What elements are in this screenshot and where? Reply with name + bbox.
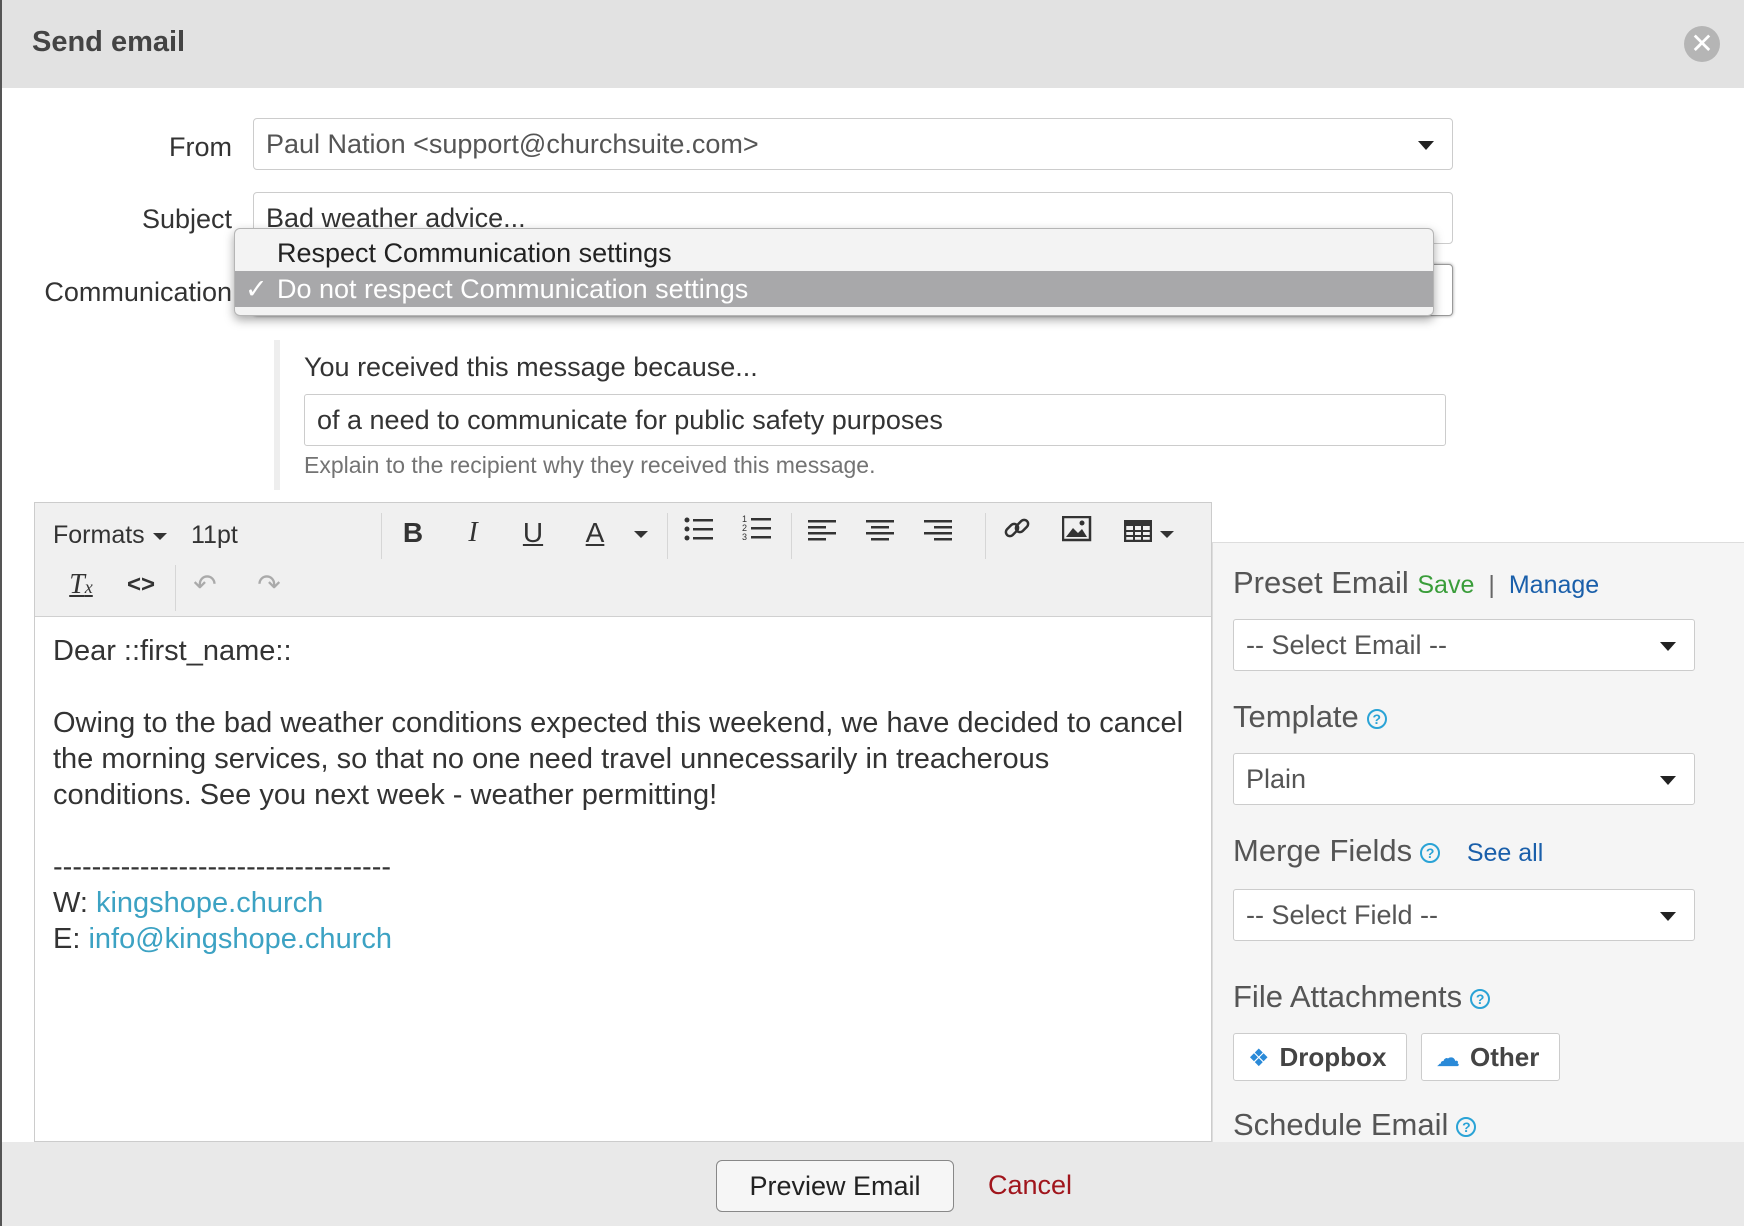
from-label: From <box>169 132 232 162</box>
from-select[interactable]: Paul Nation <support@churchsuite.com> <box>253 118 1453 170</box>
toolbar-divider <box>791 513 792 559</box>
rich-text-editor: Formats 11pt B I U A 123 Tx <> ↶ ↷ Dear … <box>34 502 1212 1142</box>
manage-preset-link[interactable]: Manage <box>1509 571 1599 599</box>
web-link[interactable]: kingshope.church <box>96 887 323 919</box>
link-icon[interactable] <box>997 513 1037 553</box>
web-line: W: kingshope.church <box>53 885 1193 921</box>
table-icon[interactable] <box>1119 513 1179 553</box>
reason-help-text: Explain to the recipient why they receiv… <box>304 452 876 478</box>
dropdown-option-do-not-respect[interactable]: ✓ Do not respect Communication settings <box>235 271 1433 307</box>
reason-block: You received this message because... of … <box>274 340 1454 490</box>
chevron-down-icon <box>152 532 167 540</box>
cancel-link[interactable]: Cancel <box>988 1170 1072 1201</box>
subject-label: Subject <box>141 204 232 234</box>
modal-title: Send email <box>32 26 186 58</box>
preset-email-title: Preset Email <box>1233 565 1409 600</box>
font-color-button[interactable]: A <box>575 513 615 553</box>
chevron-down-icon <box>1660 642 1676 651</box>
editor-toolbar: Formats 11pt B I U A 123 Tx <> ↶ ↷ <box>35 503 1211 617</box>
chevron-down-icon <box>1660 912 1676 921</box>
communication-label: Communication <box>44 277 232 307</box>
merge-field-placeholder: -- Select Field -- <box>1246 900 1439 930</box>
help-icon[interactable]: ? <box>1366 708 1387 729</box>
formats-label: Formats <box>53 521 145 549</box>
chevron-down-icon <box>634 531 648 539</box>
web-prefix: W: <box>53 887 96 919</box>
file-attachments-title: File Attachments <box>1233 979 1463 1014</box>
email-options-sidebar: Preset Email Save | Manage -- Select Email… <box>1212 542 1744 1142</box>
toolbar-divider <box>175 565 176 611</box>
merge-fields-header: Merge Fields? See all <box>1233 833 1543 869</box>
schedule-email-header: Schedule Email? <box>1233 1107 1477 1143</box>
editor-content[interactable]: Dear ::first_name:: Owing to the bad wea… <box>53 633 1193 957</box>
italic-button[interactable]: I <box>453 513 493 553</box>
signature-divider: ----------------------------------- <box>53 851 392 883</box>
close-icon[interactable]: ✕ <box>1684 26 1720 62</box>
toolbar-divider <box>985 513 986 559</box>
help-icon[interactable]: ? <box>1420 842 1441 863</box>
file-attachments-header: File Attachments? <box>1233 979 1491 1015</box>
toolbar-divider <box>381 513 382 559</box>
align-left-icon[interactable] <box>803 513 843 553</box>
reason-input[interactable]: of a need to communicate for public safe… <box>304 394 1446 446</box>
body-paragraph: Owing to the bad weather conditions expe… <box>53 707 1184 811</box>
dropbox-button[interactable]: ❖ Dropbox <box>1233 1033 1408 1081</box>
see-all-link[interactable]: See all <box>1467 839 1543 867</box>
other-label: Other <box>1470 1042 1540 1072</box>
font-size-select[interactable]: 11pt <box>191 521 238 550</box>
template-value: Plain <box>1246 764 1307 794</box>
clear-formatting-icon[interactable]: Tx <box>61 565 101 605</box>
numbered-list-icon[interactable]: 123 <box>737 513 777 553</box>
preset-email-header: Preset Email Save | Manage <box>1233 565 1599 601</box>
merge-field-select[interactable]: -- Select Field -- <box>1233 889 1695 941</box>
template-header: Template? <box>1233 699 1387 735</box>
dropdown-option-respect[interactable]: Respect Communication settings <box>235 235 1433 271</box>
dropbox-label: Dropbox <box>1279 1042 1387 1072</box>
template-select[interactable]: Plain <box>1233 753 1695 805</box>
from-value: Paul Nation <support@churchsuite.com> <box>266 129 759 159</box>
email-prefix: E: <box>53 923 89 955</box>
option-label: Do not respect Communication settings <box>277 274 749 304</box>
source-code-icon[interactable]: <> <box>121 565 161 605</box>
dropbox-icon: ❖ <box>1248 1045 1270 1072</box>
redo-icon[interactable]: ↷ <box>249 565 289 605</box>
modal-footer: Preview Email Cancel <box>2 1142 1744 1226</box>
image-icon[interactable] <box>1057 513 1097 553</box>
help-icon[interactable]: ? <box>1456 1116 1477 1137</box>
help-icon[interactable]: ? <box>1470 988 1491 1009</box>
svg-text:3: 3 <box>742 532 747 542</box>
option-label: Respect Communication settings <box>277 238 672 268</box>
toolbar-divider <box>667 513 668 559</box>
preview-email-button[interactable]: Preview Email <box>716 1160 954 1212</box>
preset-email-placeholder: -- Select Email -- <box>1246 630 1448 660</box>
email-line: E: info@kingshope.church <box>53 921 1193 957</box>
chevron-down-icon <box>1418 141 1434 150</box>
send-email-modal: Send email ✕ From Paul Nation <support@c… <box>0 0 1744 1226</box>
other-upload-button[interactable]: ☁ Other <box>1421 1033 1561 1081</box>
email-link[interactable]: info@kingshope.church <box>88 923 392 955</box>
template-title: Template <box>1233 699 1359 734</box>
bold-button[interactable]: B <box>393 513 433 553</box>
font-color-dropdown[interactable] <box>621 513 661 553</box>
save-preset-link[interactable]: Save <box>1417 571 1474 599</box>
reason-title: You received this message because... <box>304 352 758 382</box>
cloud-upload-icon: ☁ <box>1436 1045 1460 1072</box>
align-right-icon[interactable] <box>919 513 959 553</box>
chevron-down-icon <box>1160 531 1174 539</box>
undo-icon[interactable]: ↶ <box>185 565 225 605</box>
align-center-icon[interactable] <box>861 513 901 553</box>
underline-button[interactable]: U <box>513 513 553 553</box>
merge-fields-title: Merge Fields <box>1233 833 1413 868</box>
schedule-email-title: Schedule Email <box>1233 1107 1449 1142</box>
pipe-separator: | <box>1488 571 1495 599</box>
communication-dropdown: Respect Communication settings ✓ Do not … <box>234 228 1434 316</box>
modal-header: Send email ✕ <box>2 0 1744 88</box>
formats-dropdown[interactable]: Formats <box>53 521 167 550</box>
bullet-list-icon[interactable] <box>679 513 719 553</box>
chevron-down-icon <box>1660 776 1676 785</box>
greeting-line: Dear ::first_name:: <box>53 635 292 667</box>
preset-email-select[interactable]: -- Select Email -- <box>1233 619 1695 671</box>
checkmark-icon: ✓ <box>245 274 268 304</box>
